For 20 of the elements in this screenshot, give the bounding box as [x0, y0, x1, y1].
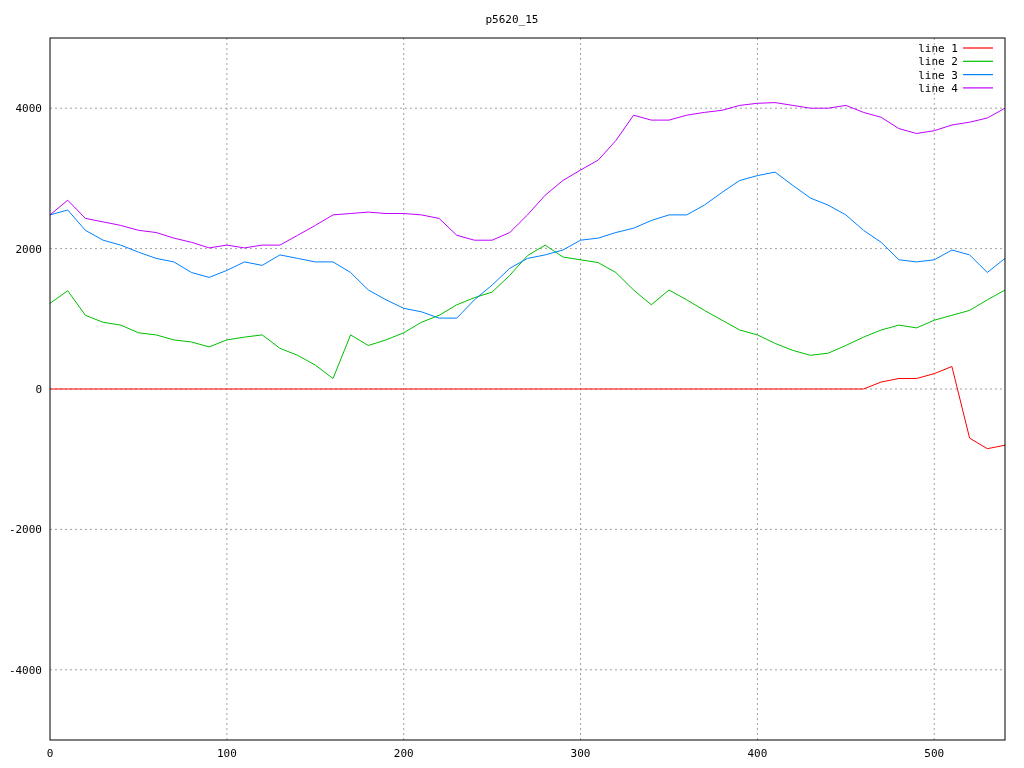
y-tick-label: -2000 — [8, 523, 42, 537]
legend-line-sample — [962, 74, 994, 76]
y-tick-label: 2000 — [15, 242, 42, 256]
legend-label: line 2 — [918, 55, 958, 69]
legend-label: line 4 — [918, 81, 958, 95]
legend-line-sample — [962, 87, 994, 89]
y-tick-label: 0 — [35, 383, 42, 396]
x-tick-label: 100 — [216, 747, 237, 760]
legend-label: line 3 — [918, 68, 958, 82]
x-tick-label: 400 — [747, 747, 768, 760]
legend-label: line 1 — [918, 42, 958, 55]
x-tick-label: 200 — [393, 747, 414, 760]
y-tick-label: 4000 — [15, 102, 42, 116]
y-tick-label: -4000 — [8, 663, 42, 677]
legend-line-sample — [962, 60, 994, 62]
chart-title: p5620_15 — [485, 13, 539, 26]
x-tick-label: 0 — [46, 747, 54, 760]
x-tick-label: 300 — [570, 747, 591, 760]
legend-line-sample — [962, 47, 994, 49]
x-tick-label: 500 — [924, 747, 945, 760]
